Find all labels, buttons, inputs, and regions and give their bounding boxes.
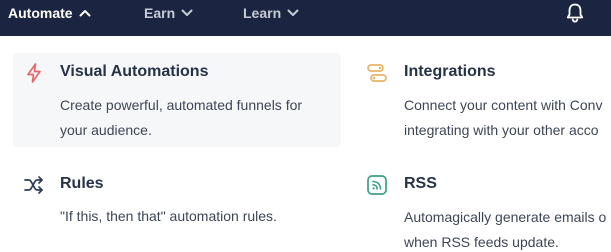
- menu-item-title: Visual Automations: [60, 63, 209, 80]
- menu-item-description: Create powerful, automated funnels for y…: [60, 93, 302, 143]
- chevron-up-icon: [79, 10, 91, 17]
- chevron-down-icon: [181, 9, 193, 16]
- description-line: Automagically generate emails o: [404, 209, 607, 225]
- nav-earn[interactable]: Earn: [144, 0, 193, 26]
- shuffle-icon: [24, 176, 43, 194]
- menu-item-title: Integrations: [404, 63, 496, 80]
- description-line: Connect your content with Conv: [404, 97, 603, 113]
- menu-item-title: RSS: [404, 175, 437, 192]
- menu-item-rules[interactable]: Rules "If this, then that" automation ru…: [13, 165, 341, 245]
- description-line: integrating with your other acco: [404, 122, 599, 138]
- page: Automate Earn Learn Visual Automations C…: [0, 0, 611, 252]
- nav-earn-label: Earn: [144, 5, 176, 21]
- top-navigation-bar: Automate Earn Learn: [0, 0, 611, 36]
- menu-item-rss[interactable]: RSS Automagically generate emails o when…: [358, 165, 611, 252]
- nav-learn[interactable]: Learn: [243, 0, 299, 26]
- menu-item-integrations[interactable]: Integrations Connect your content with C…: [358, 53, 611, 147]
- rss-icon: [367, 175, 387, 195]
- description-line: when RSS feeds update.: [404, 234, 559, 250]
- bell-icon[interactable]: [564, 2, 586, 24]
- nav-automate-label: Automate: [8, 5, 73, 21]
- chevron-down-icon: [287, 9, 299, 16]
- nav-learn-label: Learn: [243, 5, 282, 21]
- menu-item-visual-automations[interactable]: Visual Automations Create powerful, auto…: [13, 53, 341, 147]
- description-line: "If this, then that" automation rules.: [60, 208, 277, 224]
- menu-item-title: Rules: [60, 175, 104, 192]
- lightning-icon: [27, 63, 41, 83]
- menu-item-description: "If this, then that" automation rules.: [60, 204, 277, 229]
- menu-item-description: Connect your content with Conv integrati…: [404, 93, 602, 143]
- description-line: your audience.: [60, 122, 152, 138]
- menu-item-description: Automagically generate emails o when RSS…: [404, 205, 606, 252]
- integrations-icon: [367, 64, 387, 82]
- nav-automate[interactable]: Automate: [8, 0, 91, 26]
- description-line: Create powerful, automated funnels for: [60, 97, 303, 113]
